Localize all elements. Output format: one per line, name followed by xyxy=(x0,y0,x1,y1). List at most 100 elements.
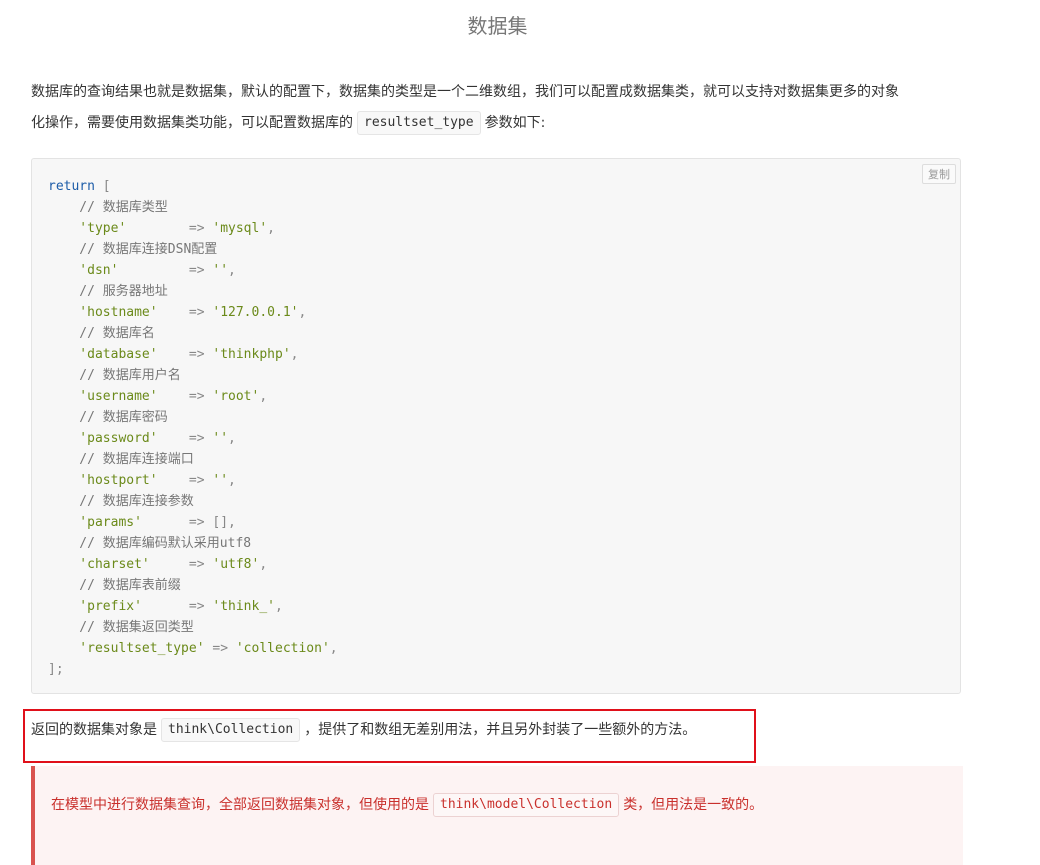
code-entry-line: 'resultset_type' => 'collection', xyxy=(48,638,338,659)
code-entry-line: 'type' => 'mysql', xyxy=(48,218,338,239)
code-comment-line: // 服务器地址 xyxy=(48,281,338,302)
code-value: '' xyxy=(212,473,229,488)
code-comment-line: // 数据库连接参数 xyxy=(48,491,338,512)
intro-line-2-text: 化操作，需要使用数据集类功能，可以配置数据库的 xyxy=(31,115,353,131)
code-comment-line: // 数据库名 xyxy=(48,323,338,344)
copy-button[interactable]: 复制 xyxy=(922,164,956,184)
code-comma: , xyxy=(259,389,268,404)
code-value: 'think_' xyxy=(212,599,275,614)
code-comma: , xyxy=(298,305,307,320)
code-comment: // 数据集返回类型 xyxy=(48,620,194,635)
code-value: '127.0.0.1' xyxy=(212,305,299,320)
code-arrow: => xyxy=(141,515,213,530)
code-comment-line: // 数据库类型 xyxy=(48,197,338,218)
code-comment-line: // 数据库连接DSN配置 xyxy=(48,239,338,260)
intro-line-2: 化操作，需要使用数据集类功能，可以配置数据库的 resultset_type 参数如… xyxy=(31,108,971,139)
code-line-close: ]; xyxy=(48,659,338,680)
code-comma: , xyxy=(275,599,283,614)
code-entry-line: 'params' => [], xyxy=(48,512,338,533)
code-comment-line: // 数据库编码默认采用utf8 xyxy=(48,533,338,554)
code-entry-line: 'charset' => 'utf8', xyxy=(48,554,338,575)
code-entry-line: 'password' => '', xyxy=(48,428,338,449)
code-comma: , xyxy=(228,263,236,278)
code-comment-line: // 数据库连接端口 xyxy=(48,449,338,470)
intro-paragraph: 数据库的查询结果也就是数据集，默认的配置下，数据集的类型是一个二维数组，我们可以… xyxy=(31,77,971,139)
code-arrow: => xyxy=(157,389,213,404)
inline-code-think-collection: think\Collection xyxy=(161,718,301,742)
code-comma: , xyxy=(267,221,275,236)
result-paragraph: 返回的数据集对象是 think\Collection ，提供了和数组无差别用法，并且… xyxy=(31,715,971,746)
code-value: '' xyxy=(212,431,229,446)
code-arrow: => xyxy=(126,221,213,236)
page-title: 数据集 xyxy=(467,14,528,38)
code-comment: // 服务器地址 xyxy=(48,284,168,299)
warning-text-before: 在模型中进行数据集查询，全部返回数据集对象，但使用的是 xyxy=(51,797,429,813)
code-entry-line: 'database' => 'thinkphp', xyxy=(48,344,338,365)
code-entry-line: 'prefix' => 'think_', xyxy=(48,596,338,617)
code-arrow: => xyxy=(141,599,213,614)
code-value: 'collection' xyxy=(235,641,330,656)
code-comment: // 数据库类型 xyxy=(48,200,168,215)
code-key: 'prefix' xyxy=(48,599,142,614)
code-key: 'hostport' xyxy=(48,473,158,488)
code-entry-line: 'hostport' => '', xyxy=(48,470,338,491)
code-block: 复制 return [ // 数据库类型 'type' => 'mysql', … xyxy=(31,158,961,694)
warning-text-after: 类，但用法是一致的。 xyxy=(623,797,764,813)
code-comma: , xyxy=(259,557,268,572)
code-key: 'database' xyxy=(48,347,158,362)
code-comma: , xyxy=(228,473,236,488)
code-keyword-return: return xyxy=(48,179,95,194)
inline-code-model-collection: think\model\Collection xyxy=(433,793,620,817)
code-value: 'utf8' xyxy=(212,557,260,572)
code-value: '' xyxy=(212,263,229,278)
code-value: 'thinkphp' xyxy=(212,347,291,362)
warning-callout: 在模型中进行数据集查询，全部返回数据集对象，但使用的是 think\model\C… xyxy=(31,766,963,865)
warning-text: 在模型中进行数据集查询，全部返回数据集对象，但使用的是 think\model\C… xyxy=(51,790,763,821)
code-arrow: => xyxy=(157,431,213,446)
code-value: [] xyxy=(212,515,229,530)
code-lines: return [ // 数据库类型 'type' => 'mysql', // … xyxy=(48,176,338,680)
code-key: 'username' xyxy=(48,389,158,404)
result-tail: ，提供了和数组无差别用法，并且另外封装了一些额外的方法。 xyxy=(304,722,697,738)
code-arrow: => xyxy=(118,263,213,278)
code-comment-line: // 数据集返回类型 xyxy=(48,617,338,638)
code-value: 'mysql' xyxy=(212,221,268,236)
code-comma: , xyxy=(228,515,236,530)
code-comment: // 数据库表前缀 xyxy=(48,578,181,593)
code-comment: // 数据库密码 xyxy=(48,410,168,425)
code-arrow: => xyxy=(157,347,213,362)
code-key: 'resultset_type' xyxy=(48,641,205,656)
code-comment-line: // 数据库密码 xyxy=(48,407,338,428)
code-key: 'charset' xyxy=(48,557,150,572)
intro-line-2-tail: 参数如下: xyxy=(484,115,546,131)
intro-line-1: 数据库的查询结果也就是数据集，默认的配置下，数据集的类型是一个二维数组，我们可以… xyxy=(31,84,899,100)
code-bracket-close: ]; xyxy=(48,662,64,677)
code-arrow: => xyxy=(204,641,236,656)
code-comment: // 数据库用户名 xyxy=(48,368,181,383)
code-arrow: => xyxy=(157,473,213,488)
code-comma: , xyxy=(228,431,236,446)
code-comment: // 数据库连接端口 xyxy=(48,452,194,467)
code-comment: // 数据库连接参数 xyxy=(48,494,194,509)
code-key: 'password' xyxy=(48,431,158,446)
code-key: 'dsn' xyxy=(48,263,119,278)
code-entry-line: 'dsn' => '', xyxy=(48,260,338,281)
code-key: 'params' xyxy=(48,515,142,530)
code-arrow: => xyxy=(157,305,213,320)
result-text: 返回的数据集对象是 xyxy=(31,722,157,738)
code-comma: , xyxy=(290,347,299,362)
code-comma: , xyxy=(329,641,338,656)
code-bracket-open: [ xyxy=(94,179,111,194)
code-comment: // 数据库连接DSN配置 xyxy=(48,242,218,257)
code-comment-line: // 数据库表前缀 xyxy=(48,575,338,596)
code-key: 'hostname' xyxy=(48,305,158,320)
code-comment: // 数据库名 xyxy=(48,326,155,341)
code-entry-line: 'hostname' => '127.0.0.1', xyxy=(48,302,338,323)
code-line-open: return [ xyxy=(48,176,338,197)
code-arrow: => xyxy=(149,557,213,572)
code-value: 'root' xyxy=(212,389,260,404)
code-comment-line: // 数据库用户名 xyxy=(48,365,338,386)
code-comment: // 数据库编码默认采用utf8 xyxy=(48,536,252,551)
code-key: 'type' xyxy=(48,221,127,236)
code-entry-line: 'username' => 'root', xyxy=(48,386,338,407)
